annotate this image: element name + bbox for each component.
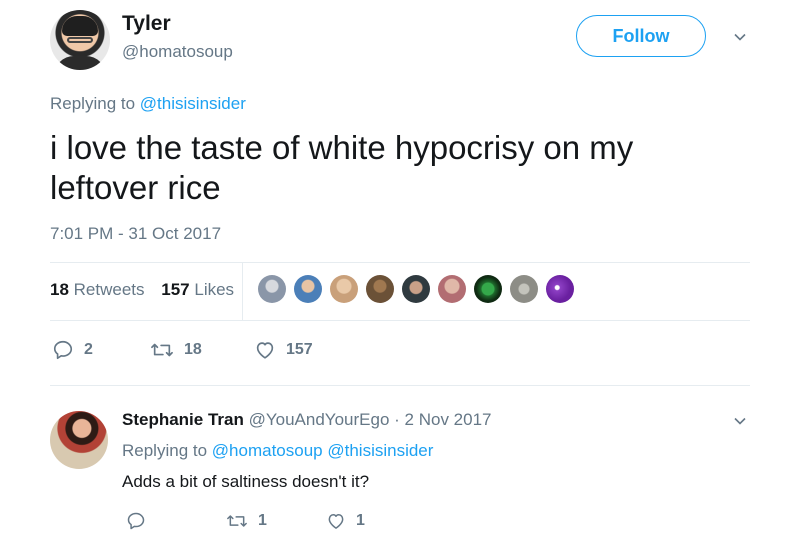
stats-divider-top xyxy=(50,262,750,263)
liker-avatar[interactable] xyxy=(474,275,502,303)
retweet-arrows-icon xyxy=(151,343,173,357)
reply-header: Stephanie Tran @YouAndYourEgo · 2 Nov 20… xyxy=(122,410,492,430)
stats-divider-vertical xyxy=(242,262,243,320)
likes-stat[interactable]: 157 Likes xyxy=(161,280,234,299)
liker-avatars xyxy=(258,275,574,303)
replying-to-link[interactable]: @thisisinsider xyxy=(140,94,246,113)
reply-text: Adds a bit of saltiness doesn't it? xyxy=(122,472,370,491)
reply-author-name[interactable]: Stephanie Tran xyxy=(122,410,244,429)
replying-to: Replying to @thisisinsider xyxy=(50,94,246,114)
follow-button[interactable]: Follow xyxy=(576,15,706,57)
tweet-more-menu[interactable] xyxy=(734,30,746,48)
likes-count: 157 xyxy=(161,280,190,299)
liker-avatar[interactable] xyxy=(330,275,358,303)
liker-avatar[interactable] xyxy=(258,275,286,303)
replying-prefix: Replying to xyxy=(50,94,136,113)
retweet-arrows-icon xyxy=(227,515,247,527)
retweets-stat[interactable]: 18 Retweets xyxy=(50,280,145,299)
reply-more-menu[interactable] xyxy=(734,414,746,432)
retweets-count: 18 xyxy=(50,280,69,299)
reply-date[interactable]: 2 Nov 2017 xyxy=(405,410,492,429)
reply-action[interactable]: 2 xyxy=(52,339,93,361)
replying-to-link-2[interactable]: @thisisinsider xyxy=(327,441,433,460)
likes-label: Likes xyxy=(194,280,235,299)
thread-divider xyxy=(50,385,750,386)
reply-replying-to: Replying to @homatosoup @thisisinsider xyxy=(122,441,433,461)
retweet-count: 18 xyxy=(184,341,202,358)
tweet-timestamp[interactable]: 7:01 PM - 31 Oct 2017 xyxy=(50,224,221,244)
retweets-label: Retweets xyxy=(73,280,145,299)
reply-retweet-count: 1 xyxy=(258,512,267,529)
liker-avatar[interactable] xyxy=(546,275,574,303)
heart-icon xyxy=(256,342,274,359)
reply-bubble-icon xyxy=(127,512,145,530)
author-avatar[interactable] xyxy=(50,10,110,70)
author-name[interactable]: Tyler xyxy=(122,12,171,36)
header-separator: · xyxy=(394,410,400,429)
reply-count: 2 xyxy=(84,341,93,358)
avatar-glasses xyxy=(67,37,93,43)
author-handle[interactable]: @homatosoup xyxy=(122,42,233,62)
reply-author-avatar[interactable] xyxy=(50,411,108,469)
reply-retweet-action[interactable]: 1 xyxy=(226,511,267,531)
reply-bubble-icon xyxy=(53,340,73,360)
reply-like-action[interactable]: 1 xyxy=(326,511,365,531)
avatar-hair xyxy=(62,16,98,36)
chevron-down-icon xyxy=(734,417,746,425)
heart-icon xyxy=(328,514,344,529)
replying-to-link-1[interactable]: @homatosoup xyxy=(212,441,323,460)
reply-like-count: 1 xyxy=(356,512,365,529)
stats-divider-bottom xyxy=(50,320,750,321)
liker-avatar[interactable] xyxy=(294,275,322,303)
engagement-stats: 18 Retweets 157 Likes xyxy=(50,280,234,300)
retweet-action[interactable]: 18 xyxy=(150,339,202,361)
reply-replying-prefix: Replying to xyxy=(122,441,208,460)
liker-avatar[interactable] xyxy=(510,275,538,303)
liker-avatar[interactable] xyxy=(402,275,430,303)
like-action[interactable]: 157 xyxy=(254,339,313,361)
liker-avatar[interactable] xyxy=(438,275,466,303)
chevron-down-icon xyxy=(734,33,746,41)
like-count: 157 xyxy=(286,341,313,358)
tweet-text: i love the taste of white hypocrisy on m… xyxy=(50,129,634,206)
reply-author-handle[interactable]: @YouAndYourEgo xyxy=(249,410,390,429)
avatar-shirt xyxy=(54,56,106,70)
liker-avatar[interactable] xyxy=(366,275,394,303)
reply-reply-action[interactable] xyxy=(126,511,156,531)
